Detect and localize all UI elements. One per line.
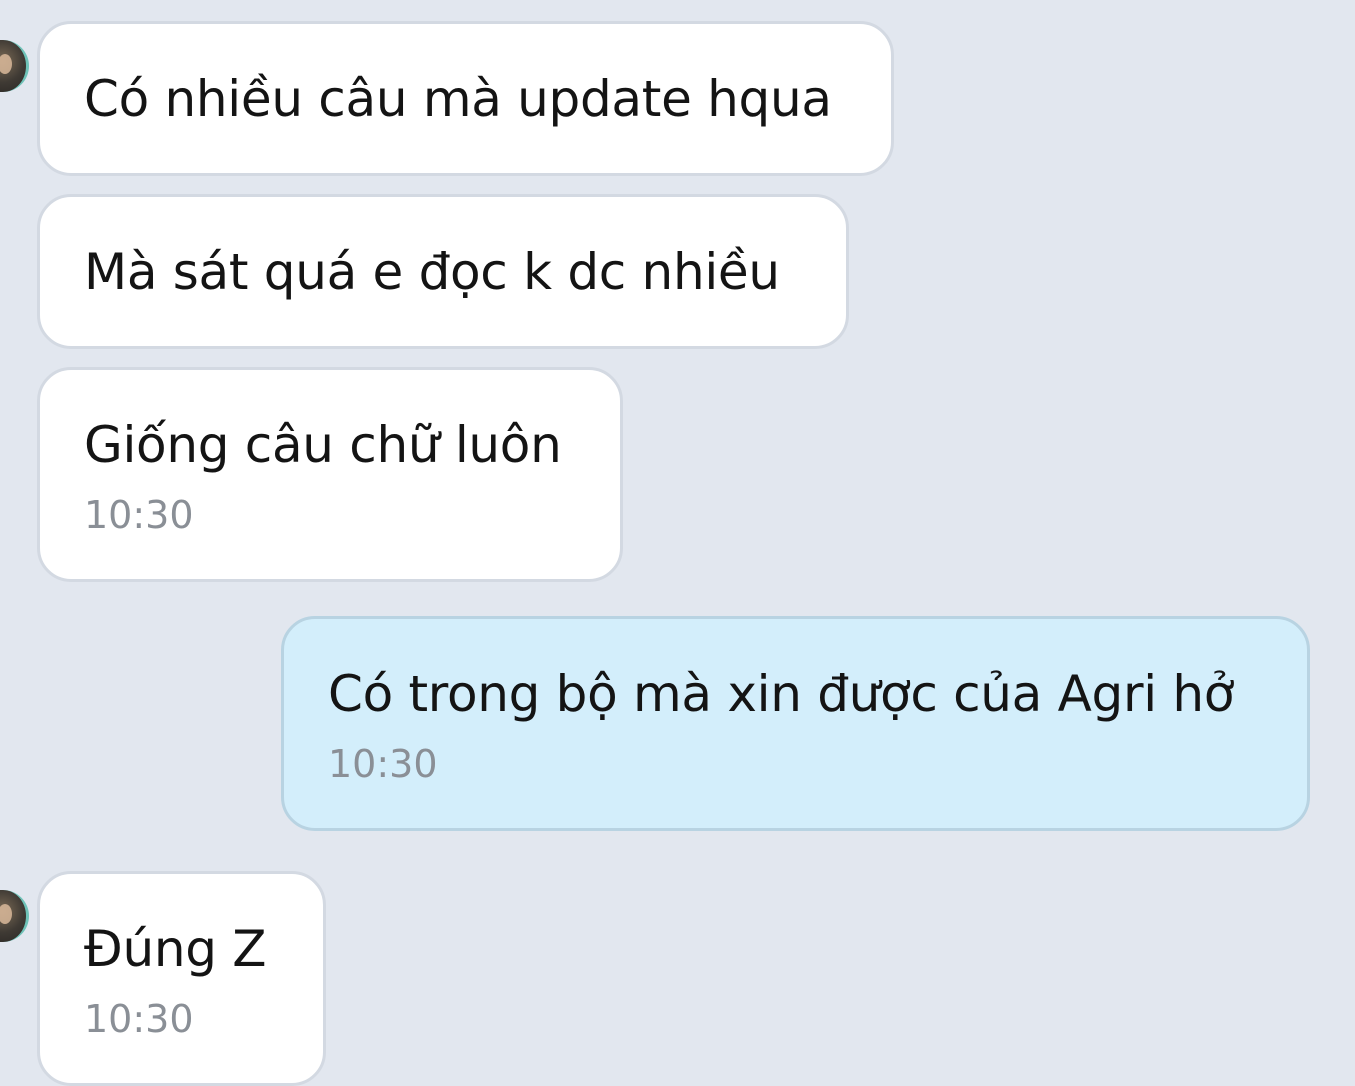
message-timestamp: 10:30 (84, 493, 194, 537)
message-bubble-incoming[interactable]: Đúng Z 10:30 (37, 871, 326, 1086)
message-text: Có trong bộ mà xin được của Agri hở (328, 665, 1235, 723)
message-timestamp: 10:30 (328, 742, 438, 786)
message-bubble-outgoing[interactable]: Có trong bộ mà xin được của Agri hở 10:3… (281, 616, 1310, 831)
message-timestamp: 10:30 (84, 997, 194, 1041)
message-text: Giống câu chữ luôn (84, 416, 562, 474)
message-text: Có nhiều câu mà update hqua (84, 70, 832, 128)
sender-avatar[interactable] (0, 890, 29, 942)
message-bubble-incoming[interactable]: Mà sát quá e đọc k dc nhiều (37, 194, 849, 349)
message-text: Mà sát quá e đọc k dc nhiều (84, 243, 780, 301)
message-bubble-incoming[interactable]: Giống câu chữ luôn 10:30 (37, 367, 623, 582)
message-text: Đúng Z (84, 920, 267, 978)
chat-thread[interactable]: Có nhiều câu mà update hqua Mà sát quá e… (0, 0, 1355, 1086)
message-bubble-incoming[interactable]: Có nhiều câu mà update hqua (37, 21, 894, 176)
sender-avatar[interactable] (0, 40, 29, 92)
